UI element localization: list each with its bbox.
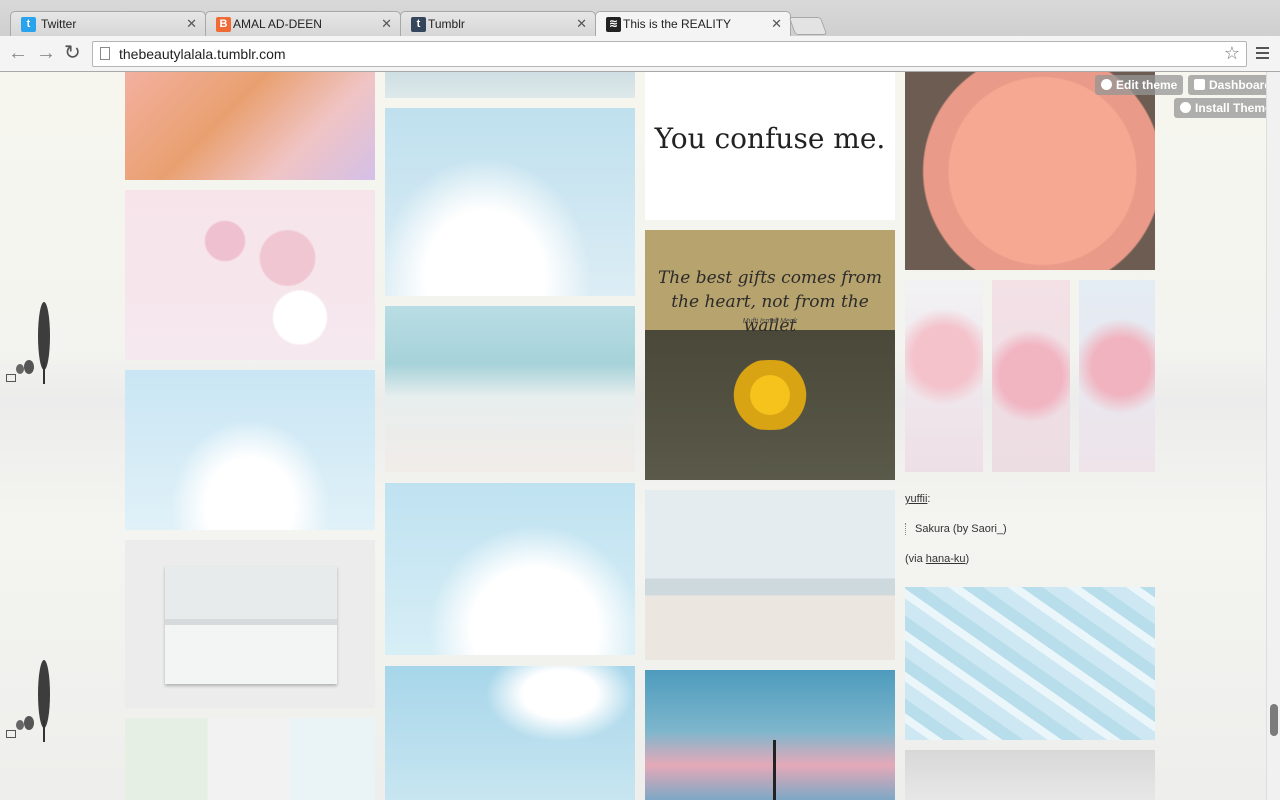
caption-blockquote: Sakura (by Saori_) <box>915 523 1007 535</box>
url-text[interactable]: thebeautylalala.tumblr.com <box>119 46 286 62</box>
photo-post-bicycle-collage[interactable] <box>125 718 375 800</box>
tumblr-icon: t <box>411 17 426 32</box>
install-theme-label: Install Theme <box>1195 101 1266 115</box>
reload-icon[interactable]: ↻ <box>64 43 81 63</box>
quote-text: You confuse me. <box>654 122 886 155</box>
tumblr-page: You confuse me. The best gifts comes fro… <box>0 72 1266 800</box>
caption-user-link[interactable]: yuffii <box>905 493 927 505</box>
gift-quote-text: The best gifts comes from the heart, not… <box>657 268 883 336</box>
text-post-quote[interactable]: You confuse me. <box>645 72 895 220</box>
via-user-link[interactable]: hana-ku <box>926 553 966 565</box>
photo-post-blue-sky[interactable] <box>385 108 635 296</box>
photo-post-cloud-sky[interactable] <box>385 483 635 655</box>
photo-post-sky-lamp[interactable] <box>385 666 635 800</box>
blogger-icon: B <box>216 17 231 32</box>
tab-strip: t Twitter ✕ B AMAL AD-DEEN ✕ t Tumblr ✕ … <box>0 0 1280 37</box>
photo-post-best-gifts[interactable]: The best gifts comes from the heart, not… <box>645 230 895 480</box>
close-icon[interactable]: ✕ <box>186 16 197 32</box>
photo-post-sky-clouds[interactable] <box>125 370 375 530</box>
tab-this-is-the-reality[interactable]: ≋ This is the REALITY ✕ <box>595 11 791 37</box>
back-arrow-icon[interactable]: ← <box>8 43 28 63</box>
page-scrollbar[interactable] <box>1266 72 1280 800</box>
tab-title: This is the REALITY <box>623 17 732 31</box>
forward-arrow-icon[interactable]: → <box>36 43 56 63</box>
via-prefix: (via <box>905 553 926 565</box>
new-tab-button[interactable] <box>788 17 828 35</box>
photo-post-roses[interactable] <box>905 72 1155 270</box>
photo-post-top-partial[interactable] <box>385 72 635 98</box>
menu-icon[interactable] <box>1256 47 1269 62</box>
home-icon <box>1194 79 1205 90</box>
photo-post-power-lines[interactable] <box>645 670 895 800</box>
photo-post-calm-sea[interactable] <box>645 490 895 660</box>
dashboard-label: Dashboard <box>1209 78 1266 92</box>
caption-user-suffix: : <box>927 493 931 505</box>
browser-toolbar: ← → ↻ thebeautylalala.tumblr.com ☆ <box>0 36 1280 72</box>
tab-amal-ad-deen[interactable]: B AMAL AD-DEEN ✕ <box>205 11 401 36</box>
photo-post-sakura-3[interactable] <box>1079 280 1155 472</box>
address-bar[interactable]: thebeautylalala.tumblr.com ☆ <box>92 41 1247 67</box>
close-icon[interactable]: ✕ <box>381 16 392 32</box>
twitter-icon: t <box>21 17 36 32</box>
dashboard-button[interactable]: Dashboard <box>1188 75 1266 95</box>
install-theme-button[interactable]: Install Theme <box>1174 98 1266 118</box>
photo-post-sakura-2[interactable] <box>992 280 1070 472</box>
tab-title: AMAL AD-DEEN <box>233 17 322 31</box>
photo-post-open-book[interactable] <box>125 540 375 708</box>
photo-post-pink-carnations[interactable] <box>125 190 375 360</box>
site-icon: ≋ <box>606 17 621 32</box>
close-icon[interactable]: ✕ <box>576 16 587 32</box>
edit-theme-label: Edit theme <box>1116 78 1178 92</box>
photo-post-bottom-partial[interactable] <box>905 750 1155 800</box>
flowers-image <box>715 360 825 430</box>
photo-post-classroom[interactable] <box>125 72 375 180</box>
page-icon <box>100 47 110 60</box>
tab-title: Tumblr <box>428 17 465 31</box>
via-suffix: ) <box>965 553 970 565</box>
plus-circle-icon <box>1180 102 1191 113</box>
tab-tumblr[interactable]: t Tumblr ✕ <box>400 11 596 36</box>
post-caption: yuffii: Sakura (by Saori_) (via hana-ku) <box>905 493 1155 565</box>
bookmark-star-icon[interactable]: ☆ <box>1224 43 1240 64</box>
photo-post-sakura-1[interactable] <box>905 280 983 472</box>
scrollbar-thumb[interactable] <box>1270 704 1278 736</box>
tab-twitter[interactable]: t Twitter ✕ <box>10 11 206 36</box>
photo-post-ice-stones[interactable] <box>905 587 1155 740</box>
edit-theme-button[interactable]: Edit theme <box>1095 75 1184 95</box>
photo-post-beach-water[interactable] <box>385 306 635 472</box>
eye-icon <box>1101 79 1112 90</box>
close-icon[interactable]: ✕ <box>771 16 782 32</box>
gift-quote-author: Mufti Ismail Menk <box>742 318 798 325</box>
tab-title: Twitter <box>41 17 77 31</box>
